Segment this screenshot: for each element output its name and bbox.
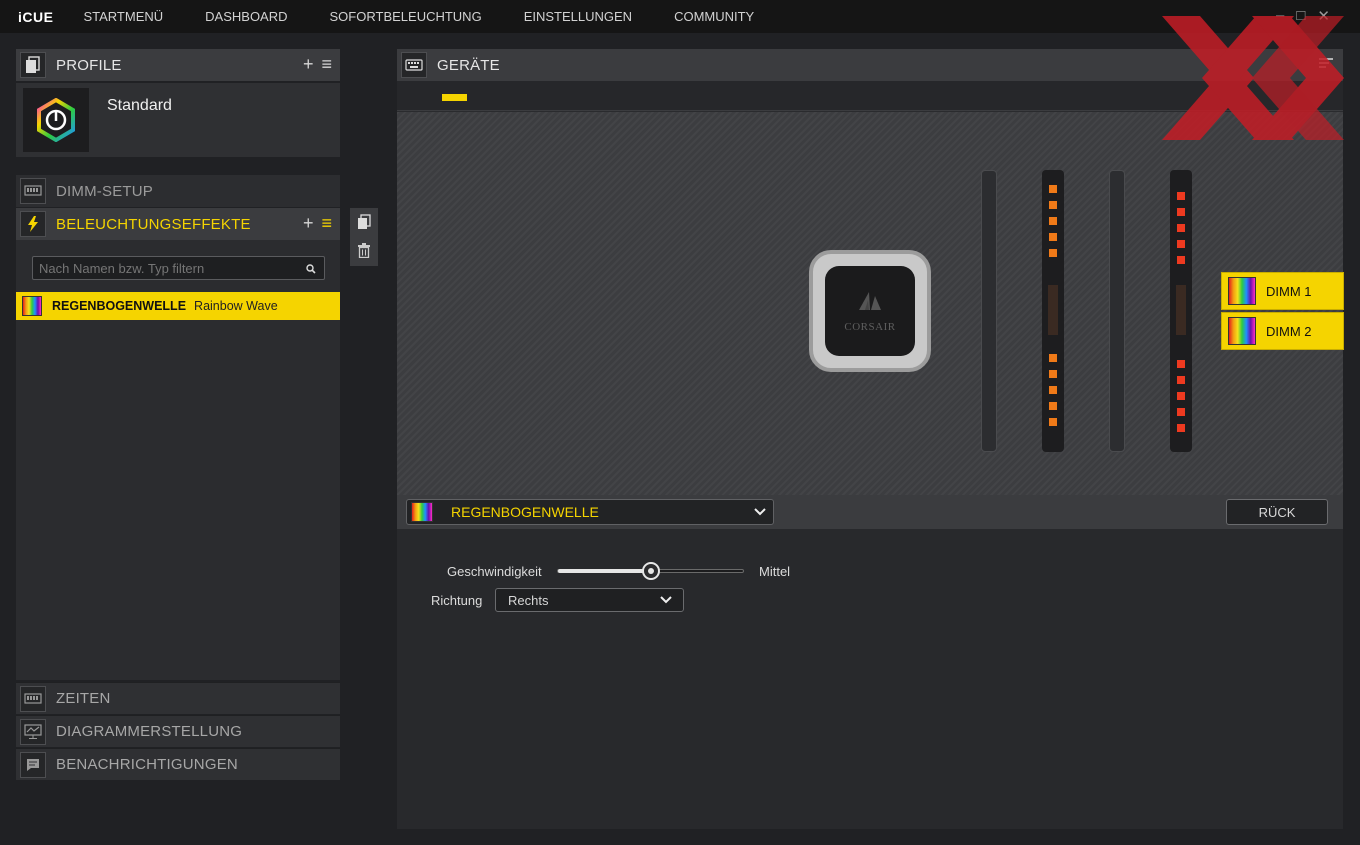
dominator-label	[1176, 285, 1186, 335]
app-brand: iCUE	[18, 8, 54, 25]
chevron-down-icon	[753, 504, 767, 525]
dimm-2-tag[interactable]: DIMM 2	[1221, 312, 1344, 350]
profile-title: PROFILE	[56, 56, 122, 74]
pump-brand: CORSAIR	[844, 320, 896, 333]
led	[1177, 256, 1185, 264]
led	[1049, 249, 1057, 257]
nav-notifications[interactable]: BENACHRICHTIGUNGEN	[16, 748, 340, 780]
led	[1049, 370, 1057, 378]
profile-header: PROFILE + ≡	[16, 49, 340, 81]
icue-logo-icon	[23, 88, 89, 152]
dimm-2-label: DIMM 2	[1266, 323, 1312, 339]
effect-dropdown[interactable]: REGENBOGENWELLE	[406, 499, 774, 525]
chevron-down-icon	[659, 592, 673, 611]
led	[1177, 240, 1185, 248]
lightning-icon	[20, 211, 46, 237]
led	[1049, 418, 1057, 426]
nav-instant-lighting[interactable]: SOFORTBELEUCHTUNG	[330, 9, 482, 24]
secondary-nav: ZEITEN DIAGRAMMERSTELLUNG BENACHRICHTIGU…	[16, 680, 340, 780]
nav-times[interactable]: ZEITEN	[16, 682, 340, 714]
nav-diagram-label: DIAGRAMMERSTELLUNG	[56, 723, 243, 740]
effects-list: REGENBOGENWELLE Rainbow Wave	[16, 240, 340, 680]
memory-icon	[20, 685, 46, 712]
led	[1177, 224, 1185, 232]
led	[1177, 360, 1185, 368]
add-profile-icon[interactable]: +	[303, 54, 314, 75]
dimm-stick-1[interactable]	[1042, 170, 1064, 452]
speed-value: Mittel	[759, 564, 791, 579]
speed-slider[interactable]	[557, 562, 744, 580]
effect-name: REGENBOGENWELLE	[52, 299, 187, 313]
led	[1049, 386, 1057, 394]
effects-menu-icon[interactable]: ≡	[321, 213, 332, 234]
speed-slider-handle[interactable]	[641, 562, 660, 580]
led	[1049, 402, 1057, 410]
dimm-setup-header[interactable]: DIMM-SETUP	[16, 175, 340, 207]
rainbow-swatch-icon	[411, 502, 433, 522]
effect-bar: REGENBOGENWELLE RÜCK	[397, 495, 1343, 529]
empty-slot-1	[981, 170, 997, 452]
lighting-effects-header: BELEUCHTUNGSEFFEKTE + ≡	[16, 208, 340, 240]
led	[1049, 201, 1057, 209]
nav-community[interactable]: COMMUNITY	[674, 9, 754, 24]
search-icon	[306, 261, 316, 279]
nav-startmenu[interactable]: STARTMENÜ	[83, 9, 163, 24]
title-bar: iCUE STARTMENÜ DASHBOARD SOFORTBELEUCHTU…	[0, 0, 1360, 33]
rainbow-swatch-icon	[1228, 277, 1256, 305]
speed-slider-fill	[558, 569, 651, 573]
led	[1177, 392, 1185, 400]
effect-type: Rainbow Wave	[194, 299, 278, 313]
rainbow-swatch-icon	[22, 296, 42, 316]
copy-icon[interactable]	[357, 214, 371, 235]
effect-tools	[350, 208, 378, 266]
direction-dropdown[interactable]: Rechts	[495, 588, 684, 612]
nav-times-label: ZEITEN	[56, 690, 111, 707]
rainbow-swatch-icon	[1228, 317, 1256, 345]
led	[1177, 408, 1185, 416]
speed-label: Geschwindigkeit	[447, 564, 542, 579]
devices-title: GERÄTE	[437, 56, 500, 74]
direction-dropdown-value: Rechts	[508, 593, 549, 608]
effect-settings: Geschwindigkeit Mittel Richtung Rechts	[397, 529, 1343, 829]
led	[1049, 217, 1057, 225]
lighting-effects-title: BELEUCHTUNGSEFFEKTE	[56, 215, 251, 233]
chat-bubble-icon	[20, 751, 46, 778]
effect-dropdown-value: REGENBOGENWELLE	[451, 504, 599, 520]
add-effect-icon[interactable]: +	[303, 213, 314, 234]
profile-menu-icon[interactable]: ≡	[321, 54, 332, 75]
nav-dashboard[interactable]: DASHBOARD	[205, 9, 287, 24]
dimm-stick-2[interactable]	[1170, 170, 1192, 452]
led	[1049, 185, 1057, 193]
dimm-1-label: DIMM 1	[1266, 283, 1312, 299]
dominator-label	[1048, 285, 1058, 335]
monitor-chart-icon	[20, 718, 46, 745]
device-preview: CORSAIR	[397, 112, 1343, 495]
profile-card[interactable]: Standard	[16, 83, 340, 157]
profile-name: Standard	[107, 97, 172, 114]
effect-filter-input[interactable]	[32, 256, 325, 280]
led	[1177, 424, 1185, 432]
led	[1177, 376, 1185, 384]
profile-icon	[20, 52, 46, 78]
effect-list-item[interactable]: REGENBOGENWELLE Rainbow Wave	[16, 292, 340, 320]
direction-label: Richtung	[431, 593, 483, 608]
led	[1177, 208, 1185, 216]
back-button[interactable]: RÜCK	[1226, 499, 1328, 525]
trash-icon[interactable]	[358, 243, 370, 263]
nav-settings[interactable]: EINSTELLUNGEN	[524, 9, 632, 24]
nav-diagram[interactable]: DIAGRAMMERSTELLUNG	[16, 715, 340, 747]
led	[1177, 192, 1185, 200]
memory-device-tab[interactable]	[442, 94, 467, 101]
keyboard-icon	[401, 52, 427, 78]
dimm-setup-title: DIMM-SETUP	[56, 182, 153, 200]
empty-slot-2	[1109, 170, 1125, 452]
nav-notifications-label: BENACHRICHTIGUNGEN	[56, 756, 238, 773]
watermark-logo	[1162, 16, 1344, 140]
memory-icon	[20, 178, 46, 204]
dimm-1-tag[interactable]: DIMM 1	[1221, 272, 1344, 310]
corsair-sails-icon	[855, 290, 885, 317]
led	[1049, 354, 1057, 362]
led	[1049, 233, 1057, 241]
pump-head[interactable]: CORSAIR	[809, 250, 931, 372]
